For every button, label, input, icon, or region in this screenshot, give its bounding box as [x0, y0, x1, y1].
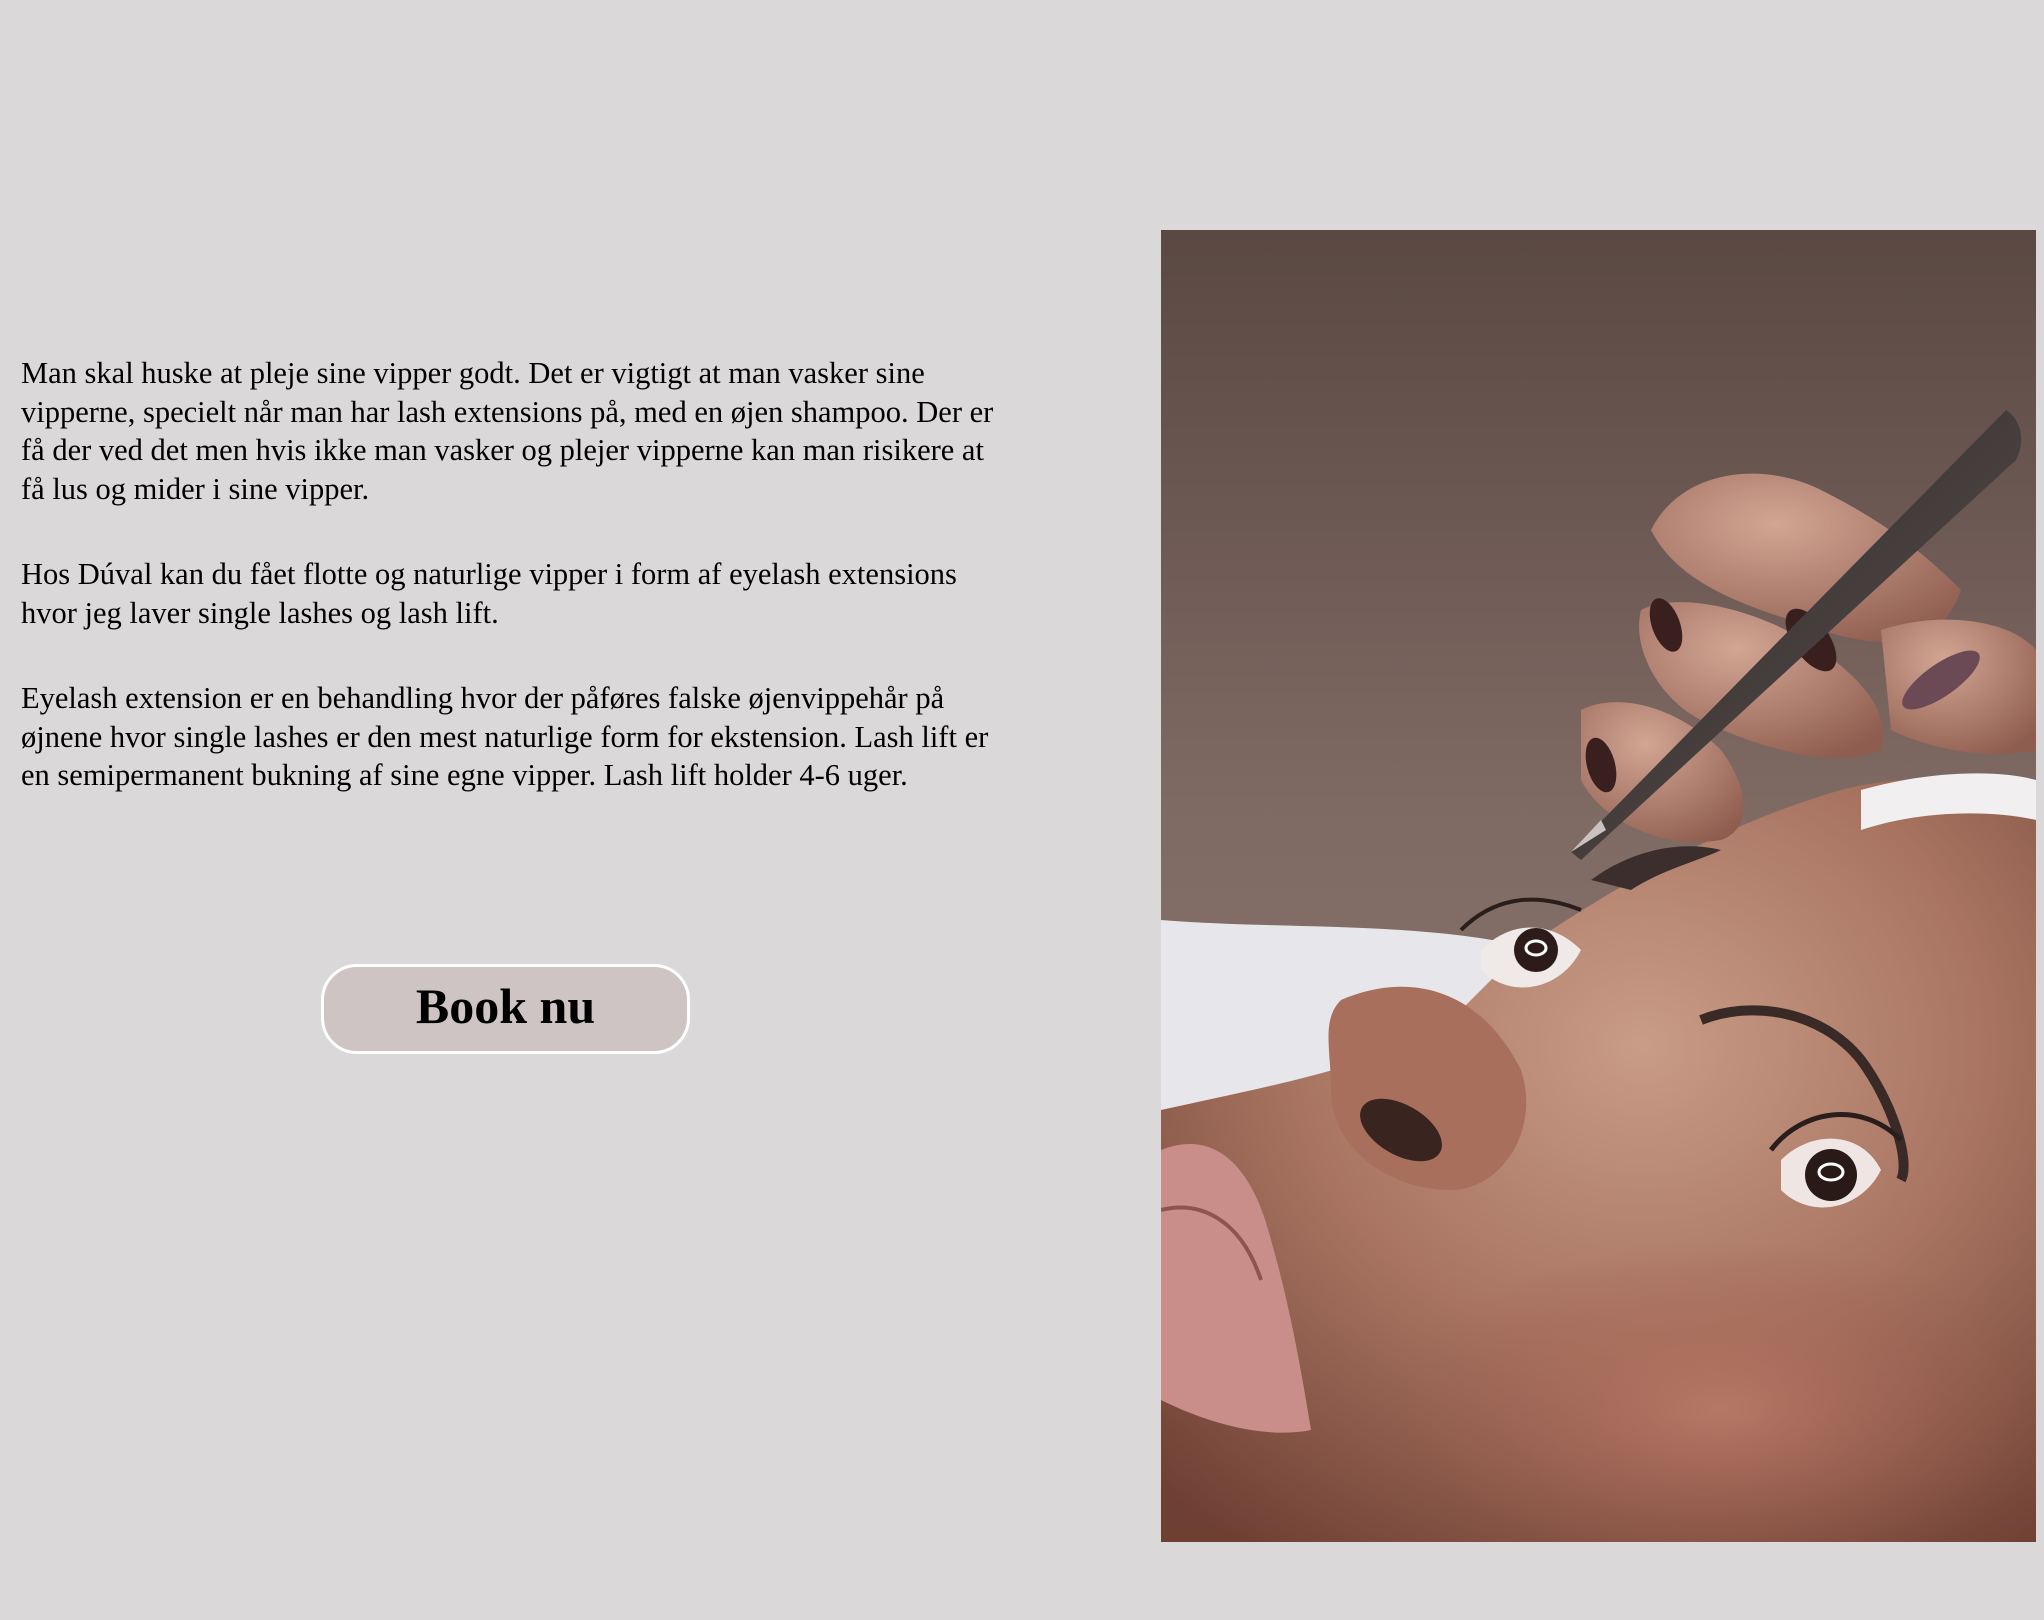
book-now-button[interactable]: Book nu [321, 964, 690, 1054]
info-text-column: Man skal huske at pleje sine vipper godt… [21, 354, 1006, 842]
paragraph-lash-care: Man skal huske at pleje sine vipper godt… [21, 356, 994, 506]
eyelash-treatment-photo [1161, 230, 2036, 1542]
paragraph-duval-services: Hos Dúval kan du fået flotte og naturlig… [21, 557, 957, 630]
paragraph-treatment-description: Eyelash extension er en behandling hvor … [21, 681, 989, 792]
